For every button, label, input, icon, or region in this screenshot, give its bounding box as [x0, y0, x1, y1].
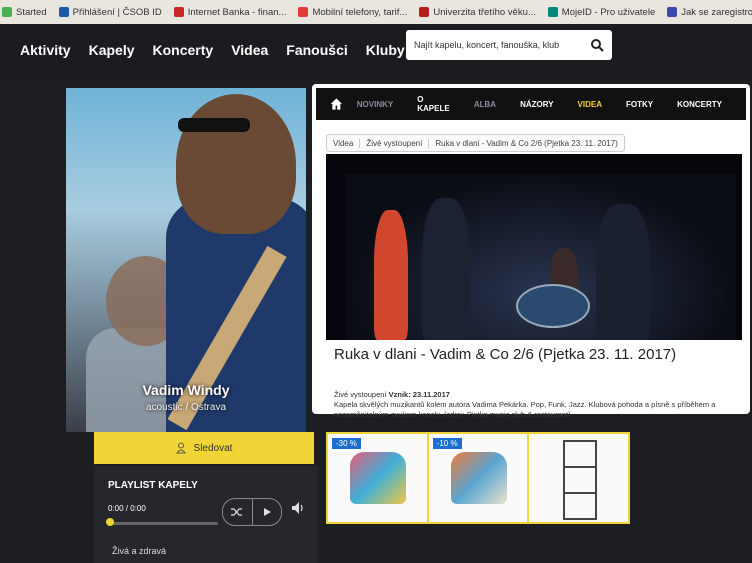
bookmark-favicon-icon	[58, 7, 69, 17]
bookmark-label: MojeID - Pro uživatele	[561, 6, 656, 18]
bookmark-favicon-icon	[298, 7, 309, 17]
tab-alba[interactable]: ALBA	[474, 100, 496, 109]
bookmark-item[interactable]: Univerzita třetího věku...	[419, 6, 536, 18]
video-description: Živé vystoupení Vznik: 23.11.2017 Kapela…	[334, 390, 744, 420]
volume-icon[interactable]	[290, 500, 306, 516]
bookmark-favicon-icon	[419, 7, 430, 17]
breadcrumb-videa[interactable]: Videa	[327, 139, 359, 148]
video-description-text: Kapela skvělých muzikantů kolem autora V…	[334, 400, 716, 419]
breadcrumb-live[interactable]: Živé vystoupení	[359, 138, 428, 148]
nav-fanousci[interactable]: Fanoušci	[286, 42, 347, 58]
bookmark-label: Univerzita třetího věku...	[433, 6, 536, 18]
bookmark-favicon-icon	[667, 7, 678, 17]
nav-kapely[interactable]: Kapely	[89, 42, 135, 58]
bookmark-label: Přihlášení | ČSOB ID	[72, 6, 162, 18]
armchair-image	[450, 452, 507, 504]
bookmark-item[interactable]: MojeID - Pro uživatele	[547, 6, 656, 18]
progress-handle[interactable]	[106, 518, 114, 526]
discount-badge: -30 %	[332, 438, 361, 449]
bookmark-favicon-icon	[547, 7, 558, 17]
shelf-image	[563, 440, 598, 520]
tab-fotky[interactable]: FOTKY	[626, 100, 653, 109]
bookmark-item[interactable]: Internet Banka - finan...	[173, 6, 287, 18]
bookmark-label: Mobilní telefony, tarif...	[312, 6, 408, 18]
breadcrumb-current: Ruka v dlani - Vadim & Co 2/6 (Pjetka 23…	[428, 138, 623, 148]
bookmark-item[interactable]: Started	[2, 7, 47, 18]
user-icon	[175, 442, 186, 454]
product-card-1[interactable]: -30 %	[328, 434, 427, 522]
bookmark-label: Internet Banka - finan...	[187, 6, 287, 18]
drum-kit	[516, 284, 590, 328]
search-icon[interactable]	[590, 38, 604, 52]
shuffle-icon	[231, 508, 243, 516]
video-date-label: Vznik:	[388, 390, 411, 399]
bookmark-favicon-icon	[2, 7, 12, 17]
video-player[interactable]	[326, 154, 742, 340]
video-title: Ruka v dlani - Vadim & Co 2/6 (Pjetka 23…	[334, 346, 677, 363]
search-input[interactable]: Najít kapelu, koncert, fanouška, klub	[414, 40, 590, 50]
home-icon[interactable]	[330, 96, 343, 112]
artist-name: Vadim Windy	[142, 382, 230, 398]
video-date: 23.11.2017	[412, 390, 450, 399]
performer-1	[374, 210, 408, 340]
progress-track[interactable]	[108, 522, 218, 525]
tab-novinky[interactable]: NOVINKY	[357, 100, 393, 109]
product-card-2[interactable]: -10 %	[428, 434, 528, 522]
nav-aktivity[interactable]: Aktivity	[20, 42, 71, 58]
sunglasses	[178, 118, 250, 132]
play-button[interactable]	[251, 499, 282, 525]
bookmark-item[interactable]: Mobilní telefony, tarif...	[298, 7, 407, 18]
bookmarks-bar: Started Přihlášení | ČSOB ID Internet Bank…	[0, 0, 752, 24]
bookmark-label: Jak se zaregistrovat pří...	[681, 6, 752, 18]
artist-genre-city: acoustic / Ostrava	[145, 402, 227, 413]
product-card-3[interactable]	[529, 434, 629, 522]
nav-videa[interactable]: Videa	[231, 42, 268, 58]
playback-controls	[222, 498, 282, 526]
performer-3	[596, 204, 650, 340]
bookmark-item[interactable]: Jak se zaregistrovat pří...	[667, 7, 752, 18]
playback-time: 0:00 / 0:00	[108, 504, 146, 513]
discount-badge: -10 %	[432, 438, 462, 449]
search-box[interactable]: Najít kapelu, koncert, fanouška, klub	[406, 30, 612, 60]
artist-head	[176, 94, 296, 234]
band-tabs: NOVINKY O KAPELE ALBA NÁZORY VIDEA FOTKY…	[316, 88, 746, 120]
tab-nazory[interactable]: NÁZORY	[520, 100, 553, 109]
site-header: Aktivity Kapely Koncerty Videa Fanoušci …	[0, 24, 752, 76]
bookmark-item[interactable]: Přihlášení | ČSOB ID	[58, 6, 162, 18]
artist-photo: Vadim Windy acoustic / Ostrava	[66, 88, 306, 432]
play-icon	[263, 508, 271, 516]
nav-kluby[interactable]: Kluby	[366, 42, 405, 58]
bookmark-favicon-icon	[173, 7, 184, 17]
product-strip: -30 % -10 %	[326, 432, 630, 524]
playlist-title: PLAYLIST KAPELY	[108, 480, 198, 491]
breadcrumb: Videa Živé vystoupení Ruka v dlani - Vad…	[326, 134, 625, 152]
tab-videa[interactable]: VIDEA	[578, 100, 602, 109]
tab-o-kapele[interactable]: O KAPELE	[417, 95, 450, 113]
bookmark-label: Started	[16, 6, 47, 18]
armchair-image	[350, 452, 406, 504]
playlist-song[interactable]: Živá a zdravá	[112, 546, 166, 556]
video-type: Živé vystoupení	[334, 390, 387, 399]
band-content-panel: NOVINKY O KAPELE ALBA NÁZORY VIDEA FOTKY…	[312, 84, 750, 419]
playlist-player: PLAYLIST KAPELY 0:00 / 0:00 Živá a zdrav…	[94, 466, 318, 563]
follow-button[interactable]: Sledovat	[94, 432, 314, 464]
follow-label: Sledovat	[193, 442, 233, 454]
shuffle-button[interactable]	[223, 499, 252, 525]
tab-koncerty[interactable]: KONCERTY	[677, 100, 722, 109]
performer-2	[422, 198, 470, 340]
nav-koncerty[interactable]: Koncerty	[153, 42, 214, 58]
